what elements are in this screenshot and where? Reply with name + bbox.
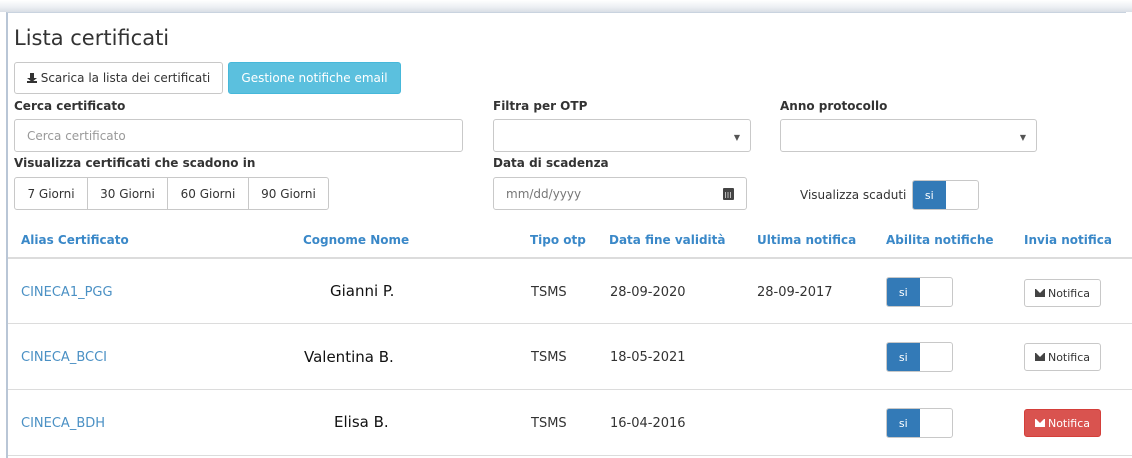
header-abilita[interactable]: Abilita notifiche [886,233,994,247]
expire-90-days-button[interactable]: 90 Giorni [248,177,329,210]
notifica-label: Notifica [1047,416,1091,430]
row-3-tipo: TSMS [531,416,567,431]
row-divider [8,323,1132,324]
email-notifications-label: Gestione notifiche email [241,71,388,85]
envelope-icon [1034,353,1045,361]
download-list-button[interactable]: Scarica la lista dei certificati [14,62,223,94]
row-3-alias-link[interactable]: CINECA_BDH [21,416,105,431]
row-divider [8,389,1132,390]
row-divider [8,455,1132,456]
window-top-shadow [0,0,1132,12]
expiry-date-input[interactable]: mm/dd/yyyy [493,177,747,210]
table-header-divider [8,257,1132,259]
search-placeholder: Cerca certificato [27,128,126,143]
header-alias[interactable]: Alias Certificato [21,233,129,247]
date-placeholder: mm/dd/yyyy [506,187,582,201]
search-input[interactable]: Cerca certificato [14,119,463,152]
row-3-notify-toggle[interactable]: si [886,408,953,438]
row-2-notify-toggle[interactable]: si [886,342,953,372]
page-title: Lista certificati [14,26,170,50]
header-name[interactable]: Cognome Nome [303,233,409,247]
expire-label: Visualizza certificati che scadono in [14,156,256,170]
notifica-label: Notifica [1047,350,1091,364]
row-1-notifica-button[interactable]: Notifica [1024,279,1101,307]
calendar-icon[interactable] [723,188,734,200]
search-label: Cerca certificato [14,99,126,113]
dropdown-caret-icon: ▼ [1019,133,1026,142]
expire-30-days-button[interactable]: 30 Giorni [87,177,168,210]
header-invia[interactable]: Invia notifica [1024,233,1112,247]
header-ultima[interactable]: Ultima notifica [757,233,856,247]
notifica-label: Notifica [1047,286,1091,300]
expire-button-group: 7 Giorni 30 Giorni 60 Giorni 90 Giorni [14,177,329,210]
row-3-data-fine: 16-04-2016 [610,416,686,431]
row-1-alias-link[interactable]: CINECA1_PGG [21,285,113,300]
show-expired-toggle[interactable]: si [912,180,979,210]
header-tipo[interactable]: Tipo otp [530,233,586,247]
row-2-data-fine: 18-05-2021 [610,350,686,365]
email-notifications-button[interactable]: Gestione notifiche email [228,62,401,94]
row-1-ultima: 28-09-2017 [757,285,833,300]
otp-filter-select[interactable]: ▼ [493,119,751,152]
row-1-notify-toggle[interactable]: si [886,277,953,307]
row-1-tipo: TSMS [531,285,567,300]
year-select[interactable]: ▼ [780,119,1037,152]
row-3-name: Elisa B. [334,413,389,431]
row-3-notifica-button[interactable]: Notifica [1024,409,1101,437]
toggle-on-label: si [887,409,920,437]
show-expired-label: Visualizza scaduti [800,188,907,202]
header-data-fine[interactable]: Data fine validità [609,233,726,247]
envelope-icon [1034,289,1045,297]
row-1-name: Gianni P. [330,282,395,300]
row-2-alias-link[interactable]: CINECA_BCCI [21,350,107,365]
toggle-on-label: si [887,278,920,306]
year-label: Anno protocollo [780,99,888,113]
row-2-notifica-button[interactable]: Notifica [1024,343,1101,371]
expire-60-days-button[interactable]: 60 Giorni [167,177,249,210]
download-icon [26,73,37,83]
dropdown-caret-icon: ▼ [733,133,740,142]
toggle-on-label: si [887,343,920,371]
date-label: Data di scadenza [493,156,609,170]
row-1-data-fine: 28-09-2020 [610,285,686,300]
download-list-label: Scarica la lista dei certificati [40,71,211,85]
row-2-tipo: TSMS [531,350,567,365]
expire-7-days-button[interactable]: 7 Giorni [14,177,88,210]
toggle-on-label: si [913,181,946,209]
otp-filter-label: Filtra per OTP [493,99,588,113]
row-2-name: Valentina B. [304,348,394,366]
envelope-icon [1034,419,1045,427]
